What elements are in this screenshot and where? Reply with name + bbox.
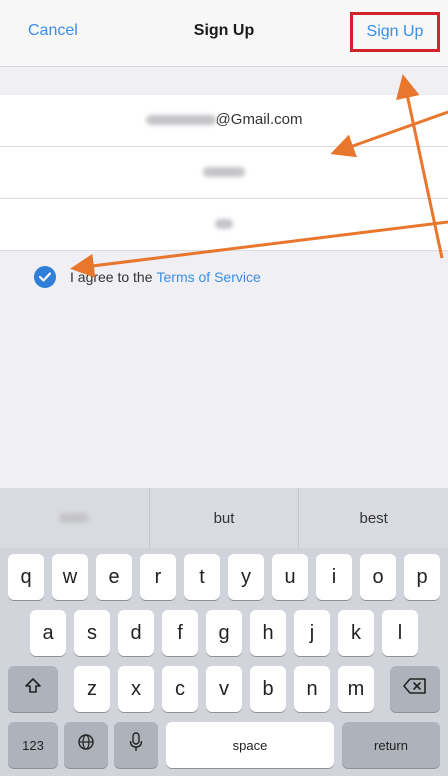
navigation-bar: Cancel Sign Up Sign Up — [0, 0, 448, 67]
verification-value — [0, 215, 448, 232]
key-b[interactable]: b — [250, 666, 286, 712]
key-d[interactable]: d — [118, 610, 154, 656]
key-z[interactable]: z — [74, 666, 110, 712]
key-f[interactable]: f — [162, 610, 198, 656]
key-c[interactable]: c — [162, 666, 198, 712]
key-s[interactable]: s — [74, 610, 110, 656]
suggestion-best[interactable]: best — [299, 488, 448, 548]
numbers-key[interactable]: 123 — [8, 722, 58, 768]
key-k[interactable]: k — [338, 610, 374, 656]
key-o[interactable]: o — [360, 554, 396, 600]
microphone-icon — [129, 732, 143, 758]
microphone-key[interactable] — [114, 722, 158, 768]
key-w[interactable]: w — [52, 554, 88, 600]
key-y[interactable]: y — [228, 554, 264, 600]
password-value — [0, 163, 448, 180]
terms-of-service-link[interactable]: Terms of Service — [157, 269, 261, 285]
key-v[interactable]: v — [206, 666, 242, 712]
checkmark-icon[interactable] — [34, 266, 56, 288]
key-g[interactable]: g — [206, 610, 242, 656]
key-r[interactable]: r — [140, 554, 176, 600]
form-spacer — [0, 67, 448, 95]
globe-key[interactable] — [64, 722, 108, 768]
key-m[interactable]: m — [338, 666, 374, 712]
space-key[interactable]: space — [166, 722, 334, 768]
key-q[interactable]: q — [8, 554, 44, 600]
redacted-username — [145, 115, 216, 126]
delete-icon — [403, 677, 427, 701]
key-u[interactable]: u — [272, 554, 308, 600]
suggestion-bar: but best — [0, 488, 448, 548]
agreement-text: I agree to the — [70, 269, 153, 285]
key-l[interactable]: l — [382, 610, 418, 656]
shift-icon — [23, 676, 43, 702]
redacted-value — [215, 219, 233, 230]
verification-field[interactable] — [0, 199, 448, 251]
key-x[interactable]: x — [118, 666, 154, 712]
redacted-value — [203, 167, 245, 178]
email-value: @Gmail.com — [0, 111, 448, 128]
globe-icon — [77, 733, 95, 757]
suggestion-redacted[interactable] — [0, 488, 150, 548]
email-field[interactable]: @Gmail.com — [0, 95, 448, 147]
key-e[interactable]: e — [96, 554, 132, 600]
password-field[interactable] — [0, 147, 448, 199]
shift-key[interactable] — [8, 666, 58, 712]
sign-up-button[interactable]: Sign Up — [350, 12, 440, 52]
key-i[interactable]: i — [316, 554, 352, 600]
key-j[interactable]: j — [294, 610, 330, 656]
keyboard: but best q w e r t y u i o p a s d f g h… — [0, 488, 448, 776]
terms-agreement: I agree to the Terms of Service — [34, 265, 261, 289]
delete-key[interactable] — [390, 666, 440, 712]
key-p[interactable]: p — [404, 554, 440, 600]
key-h[interactable]: h — [250, 610, 286, 656]
key-t[interactable]: t — [184, 554, 220, 600]
return-key[interactable]: return — [342, 722, 440, 768]
email-domain: @Gmail.com — [215, 111, 303, 128]
key-a[interactable]: a — [30, 610, 66, 656]
key-n[interactable]: n — [294, 666, 330, 712]
suggestion-but[interactable]: but — [150, 488, 300, 548]
